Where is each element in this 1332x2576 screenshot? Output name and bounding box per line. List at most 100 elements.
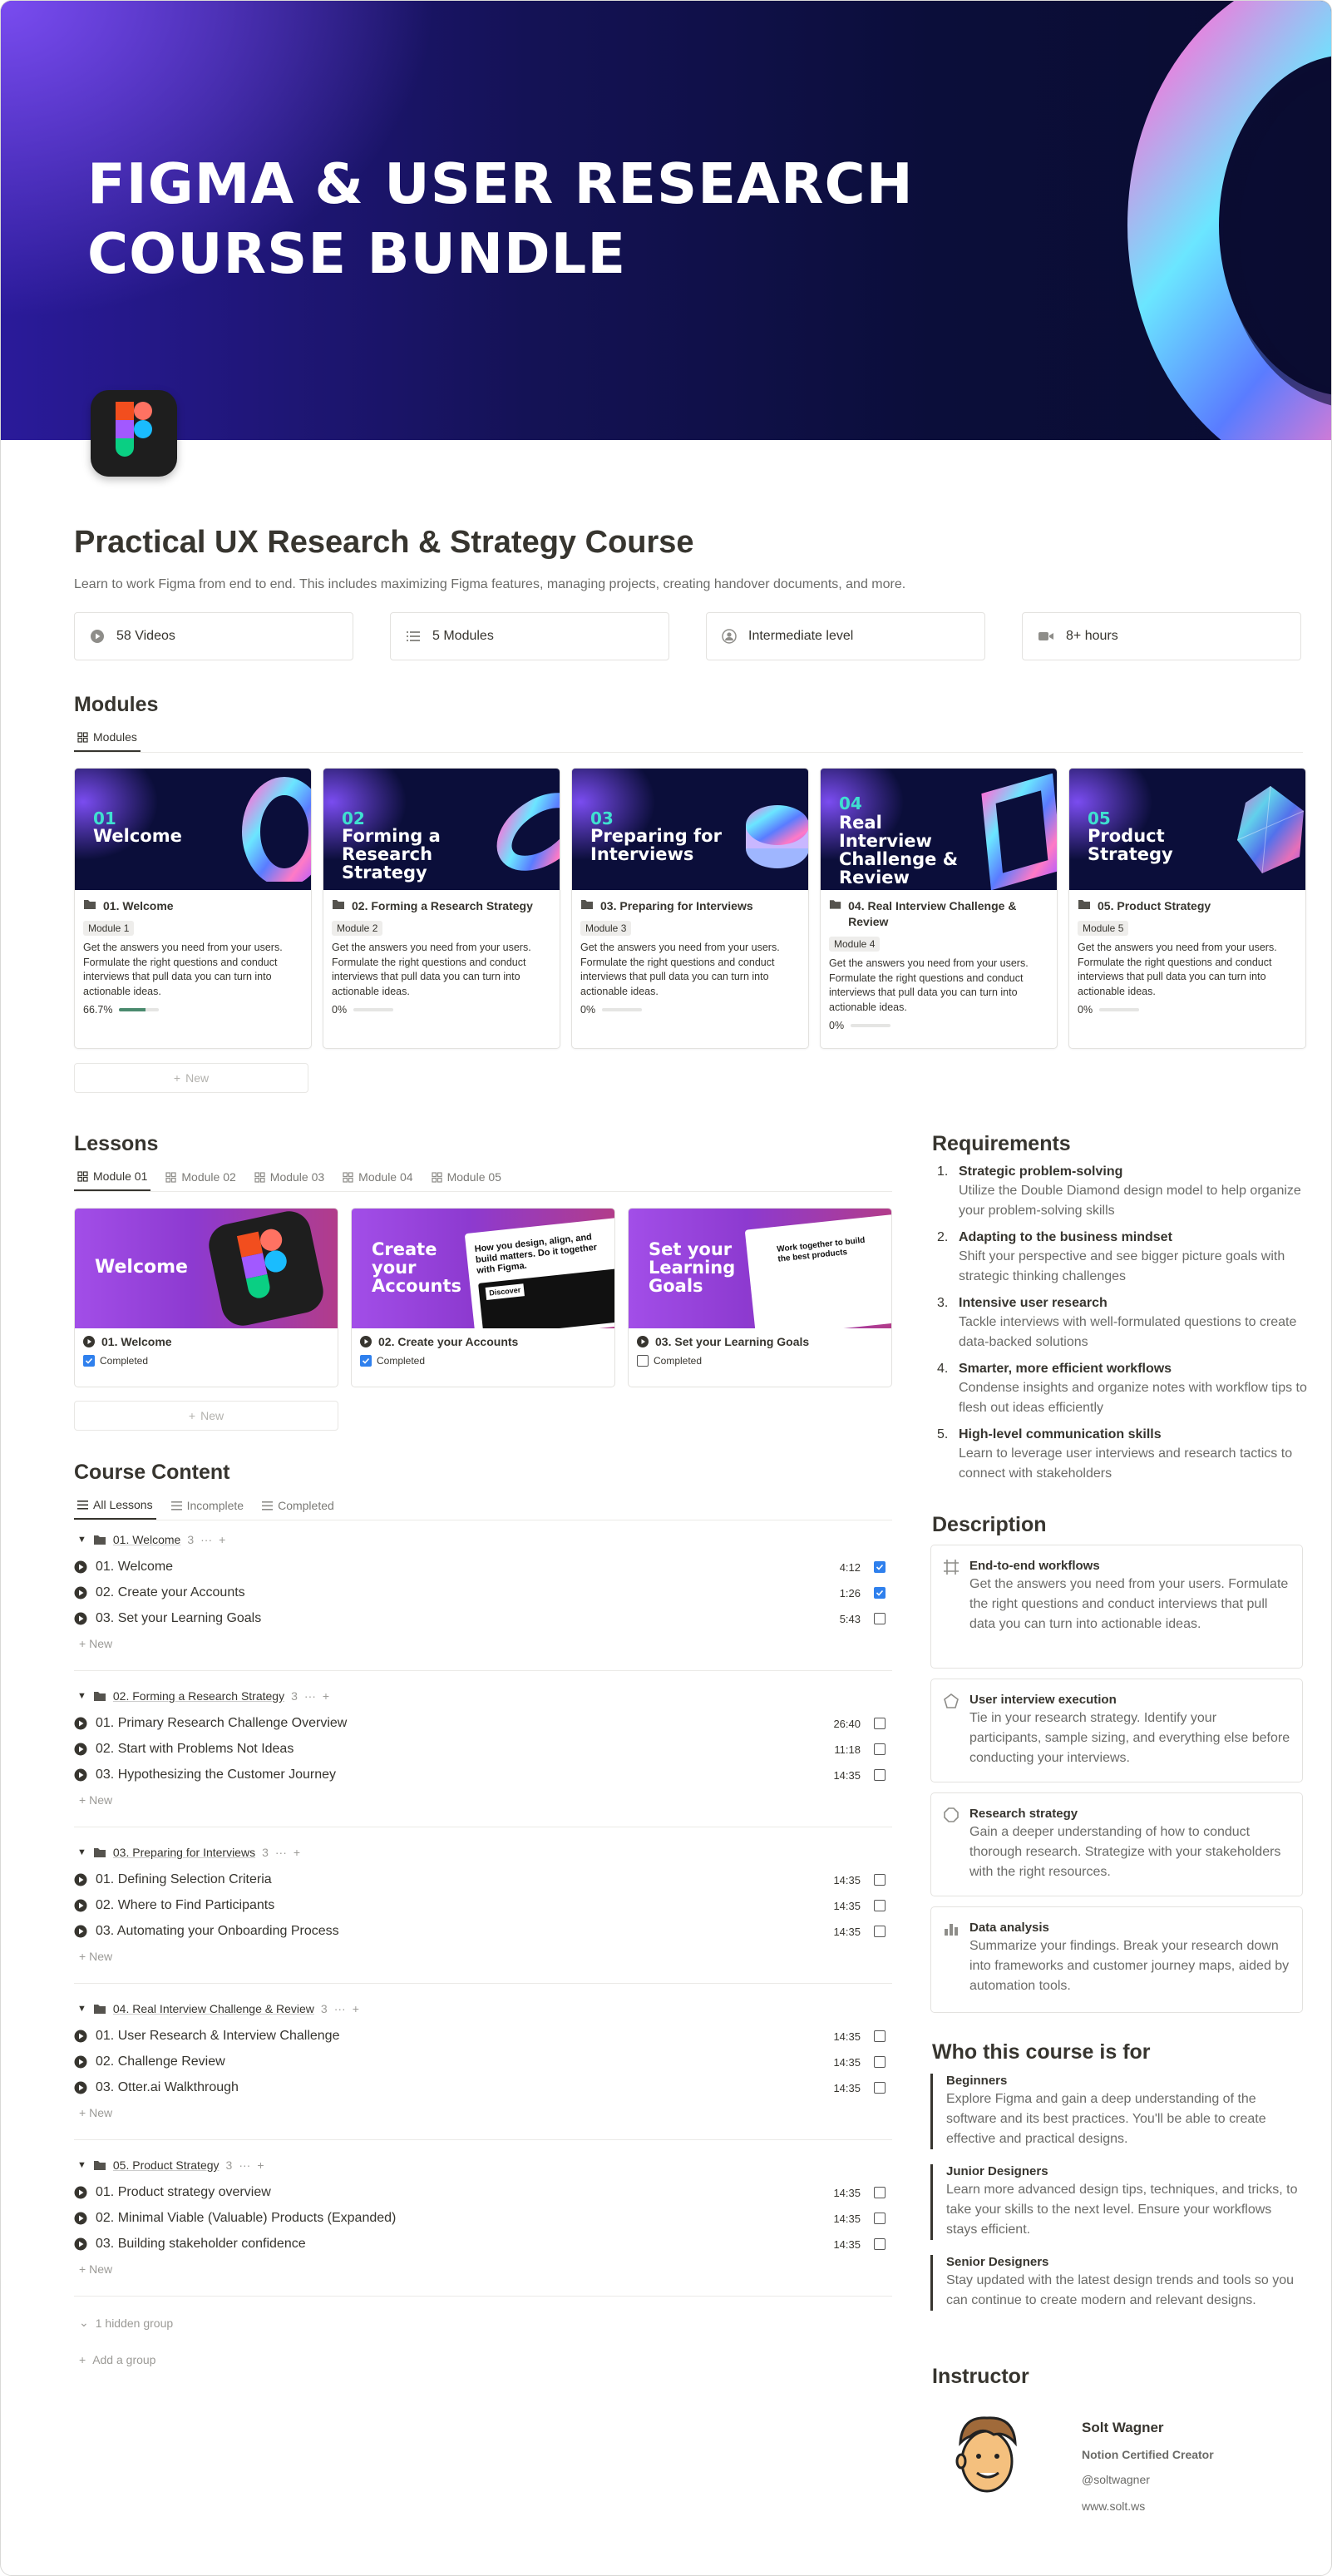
lesson-title: 01. Defining Selection Criteria	[96, 1872, 272, 1886]
lesson-row[interactable]: 02. Challenge Review 14:35	[74, 2049, 892, 2074]
lesson-done-checkbox[interactable]	[874, 1743, 886, 1755]
more-icon[interactable]: ···	[334, 2002, 346, 2015]
tab-module-04[interactable]: Module 04	[339, 1169, 416, 1191]
completed-checkbox[interactable]	[637, 1355, 649, 1367]
more-icon[interactable]: ···	[239, 2158, 250, 2172]
lesson-done-checkbox[interactable]	[874, 2238, 886, 2250]
group-new-button[interactable]: + New	[79, 1950, 112, 1963]
lesson-card-welcome[interactable]: Welcome 01. Welcome Completed	[74, 1208, 338, 1387]
chevron-down-icon[interactable]: ▼	[77, 2004, 86, 2014]
modules-new-button[interactable]: + New	[74, 1063, 308, 1093]
instructor-handle[interactable]: @soltwagner	[1082, 2473, 1150, 2486]
tab-completed[interactable]: Completed	[259, 1498, 338, 1520]
group-header[interactable]: ▼ 01. Welcome 3 ··· +	[77, 1533, 225, 1546]
progress-label: 0%	[580, 1004, 596, 1016]
lesson-row[interactable]: 02. Create your Accounts 1:26	[74, 1580, 892, 1605]
tab-module-02[interactable]: Module 02	[162, 1169, 239, 1191]
lessons-heading: Lessons	[74, 1132, 159, 1155]
plus-icon: +	[173, 1071, 181, 1085]
group-new-button[interactable]: + New	[79, 1637, 112, 1650]
lesson-done-checkbox[interactable]	[874, 1769, 886, 1781]
module-card-04[interactable]: 04 Real Interview Challenge & Review 04.…	[820, 768, 1058, 1049]
lessons-new-button[interactable]: + New	[74, 1401, 338, 1431]
group-header[interactable]: ▼ 04. Real Interview Challenge & Review 3 ·…	[77, 2002, 359, 2015]
lesson-row[interactable]: 01. Primary Research Challenge Overview 2…	[74, 1711, 892, 1736]
lesson-done-checkbox[interactable]	[874, 2056, 886, 2068]
lesson-done-checkbox[interactable]	[874, 1613, 886, 1624]
lesson-done-checkbox[interactable]	[874, 1718, 886, 1729]
audience-beginners: Beginners Explore Figma and gain a deep u…	[930, 2074, 1305, 2149]
chevron-down-icon[interactable]: ▼	[77, 1847, 86, 1857]
lesson-done-checkbox[interactable]	[874, 1587, 886, 1599]
lesson-row[interactable]: 01. User Research & Interview Challenge 1…	[74, 2024, 892, 2049]
description-text: Gain a deeper understanding of how to co…	[969, 1825, 1281, 1879]
progress-bar	[851, 1024, 891, 1027]
lesson-card-goals[interactable]: Set your Learning Goals Work together to…	[628, 1208, 892, 1387]
lesson-done-checkbox[interactable]	[874, 1874, 886, 1886]
lesson-duration: 14:35	[833, 2186, 861, 2199]
more-icon[interactable]: ···	[275, 1846, 287, 1859]
tab-all-lessons[interactable]: All Lessons	[74, 1498, 156, 1520]
completed-checkbox[interactable]	[360, 1355, 372, 1367]
plus-icon[interactable]: +	[323, 1689, 329, 1703]
more-icon[interactable]: ···	[304, 1689, 316, 1703]
module-card-03[interactable]: 03 Preparing for Interviews 03. Preparin…	[571, 768, 809, 1049]
list-number: 5.	[937, 1427, 949, 1441]
lesson-row[interactable]: 03. Building stakeholder confidence 14:35	[74, 2232, 892, 2257]
description-card-analysis: Data analysis Summarize your findings. B…	[930, 1906, 1303, 2013]
lesson-row[interactable]: 03. Set your Learning Goals 5:43	[74, 1606, 892, 1631]
lesson-row[interactable]: 02. Where to Find Participants 14:35	[74, 1893, 892, 1918]
module-card-05[interactable]: 05 Product Strategy 05. Product Strategy…	[1068, 768, 1306, 1049]
tab-module-05[interactable]: Module 05	[428, 1169, 505, 1191]
lesson-duration: 14:35	[833, 2030, 861, 2043]
group-new-button[interactable]: + New	[79, 2262, 112, 2276]
tab-modules-gallery[interactable]: Modules	[74, 730, 141, 752]
lesson-row[interactable]: 01. Defining Selection Criteria 14:35	[74, 1867, 892, 1892]
chevron-down-icon[interactable]: ▼	[77, 1535, 86, 1545]
requirement-desc: Shift your perspective and see bigger pi…	[959, 1249, 1285, 1283]
module-card-02[interactable]: 02 Forming a Research Strategy 02. Formi…	[323, 768, 560, 1049]
lesson-done-checkbox[interactable]	[874, 1926, 886, 1937]
lesson-done-checkbox[interactable]	[874, 1561, 886, 1573]
completed-checkbox[interactable]	[83, 1355, 95, 1367]
chevron-down-icon[interactable]: ▼	[77, 1691, 86, 1701]
chevron-down-icon[interactable]: ▼	[77, 2160, 86, 2170]
plus-icon[interactable]: +	[294, 1846, 300, 1859]
group-header[interactable]: ▼ 05. Product Strategy 3 ··· +	[77, 2158, 264, 2172]
group-divider	[74, 2139, 892, 2140]
lesson-row[interactable]: 03. Automating your Onboarding Process 14…	[74, 1919, 892, 1944]
lesson-row[interactable]: 02. Minimal Viable (Valuable) Products (…	[74, 2206, 892, 2231]
lesson-row[interactable]: 01. Product strategy overview 14:35	[74, 2180, 892, 2205]
instructor-website[interactable]: www.solt.ws	[1082, 2499, 1145, 2513]
lesson-row[interactable]: 03. Hypothesizing the Customer Journey 14…	[74, 1763, 892, 1787]
group-new-button[interactable]: + New	[79, 1793, 112, 1807]
tab-incomplete[interactable]: Incomplete	[168, 1498, 247, 1520]
plus-icon[interactable]: +	[219, 1533, 225, 1546]
more-icon[interactable]: ···	[200, 1533, 212, 1546]
group-header[interactable]: ▼ 02. Forming a Research Strategy 3 ··· +	[77, 1689, 329, 1703]
plus-icon[interactable]: +	[353, 2002, 359, 2015]
lesson-cover-title: Create your Accounts	[372, 1239, 462, 1296]
hidden-group-toggle[interactable]: ⌄ 1 hidden group	[79, 2316, 173, 2330]
lesson-done-checkbox[interactable]	[874, 2030, 886, 2042]
cylinder-shape-icon	[746, 805, 808, 868]
lesson-done-checkbox[interactable]	[874, 1900, 886, 1911]
lesson-row[interactable]: 02. Start with Problems Not Ideas 11:18	[74, 1737, 892, 1762]
lesson-done-checkbox[interactable]	[874, 2082, 886, 2094]
lesson-row[interactable]: 03. Otter.ai Walkthrough 14:35	[74, 2075, 892, 2100]
module-card-01[interactable]: 01 Welcome 01. Welcome Module 1 Get the …	[74, 768, 312, 1049]
lesson-card-accounts[interactable]: Create your Accounts How you design, ali…	[351, 1208, 615, 1387]
lesson-row[interactable]: 01. Welcome 4:12	[74, 1555, 892, 1580]
description-title: End-to-end workflows	[969, 1559, 1100, 1573]
folder-icon	[829, 900, 841, 909]
plus-icon[interactable]: +	[257, 2158, 264, 2172]
new-label: New	[89, 1637, 113, 1650]
group-new-button[interactable]: + New	[79, 2106, 112, 2119]
add-group-button[interactable]: + Add a group	[79, 2353, 155, 2366]
group-header[interactable]: ▼ 03. Preparing for Interviews 3 ··· +	[77, 1846, 300, 1859]
lesson-done-checkbox[interactable]	[874, 2213, 886, 2224]
tab-module-01[interactable]: Module 01	[74, 1169, 151, 1191]
lesson-done-checkbox[interactable]	[874, 2187, 886, 2198]
tab-module-03[interactable]: Module 03	[251, 1169, 328, 1191]
description-heading: Description	[932, 1513, 1047, 1536]
